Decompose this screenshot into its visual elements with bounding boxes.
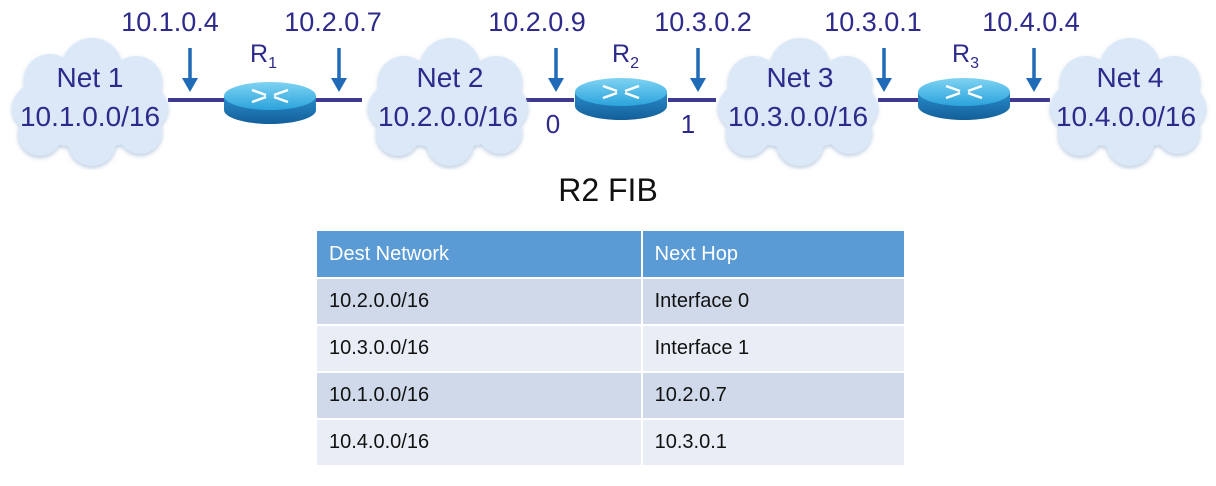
router-r2-label: R2 xyxy=(612,40,639,72)
fib-header-row: Dest Network Next Hop xyxy=(317,231,904,278)
table-row: 10.4.0.0/16 10.3.0.1 xyxy=(317,418,904,465)
net3-name: Net 3 xyxy=(767,62,834,93)
router-r2-icon xyxy=(575,78,667,120)
table-row: 10.3.0.0/16 Interface 1 xyxy=(317,324,904,372)
ip-label: 10.3.0.1 xyxy=(824,7,922,37)
network-diagram: 10.1.0.4 10.2.0.7 10.2.0.9 10.3.0.2 10.3… xyxy=(12,7,1206,166)
net2-cidr: 10.2.0.0/16 xyxy=(378,101,518,132)
router-r3-label: R3 xyxy=(952,40,979,72)
table-row: 10.1.0.0/16 10.2.0.7 xyxy=(317,371,904,419)
router-r1-icon xyxy=(224,82,316,124)
table-row: 10.2.0.0/16 Interface 0 xyxy=(317,277,904,325)
router-r3-icon xyxy=(918,78,1010,120)
fib-dest-cell: 10.3.0.0/16 xyxy=(317,324,643,372)
router-r1-label: R1 xyxy=(250,40,277,72)
fib-dest-cell: 10.2.0.0/16 xyxy=(317,277,643,325)
fib-header-dest: Dest Network xyxy=(317,231,643,278)
ip-label: 10.2.0.9 xyxy=(488,7,586,37)
fib-nexthop-cell: Interface 0 xyxy=(641,277,904,325)
fib-table: Dest Network Next Hop 10.2.0.0/16 Interf… xyxy=(317,231,904,465)
net1-cidr: 10.1.0.0/16 xyxy=(20,101,160,132)
fib-dest-cell: 10.4.0.0/16 xyxy=(317,418,643,465)
fib-nexthop-cell: Interface 1 xyxy=(641,324,904,372)
net2-name: Net 2 xyxy=(417,62,484,93)
fib-dest-cell: 10.1.0.0/16 xyxy=(317,371,643,419)
r2-port-1: 1 xyxy=(681,109,695,139)
r2-port-0: 0 xyxy=(546,109,560,139)
ip-label: 10.1.0.4 xyxy=(121,7,219,37)
net3-cidr: 10.3.0.0/16 xyxy=(728,101,868,132)
ip-label: 10.4.0.4 xyxy=(982,7,1080,37)
net4-cidr: 10.4.0.0/16 xyxy=(1056,101,1196,132)
fib-title: R2 FIB xyxy=(558,172,658,208)
fib-nexthop-cell: 10.3.0.1 xyxy=(641,418,904,465)
fib-header-nexthop: Next Hop xyxy=(641,231,904,278)
net4-name: Net 4 xyxy=(1097,62,1164,93)
net1-name: Net 1 xyxy=(57,62,124,93)
fib-nexthop-cell: 10.2.0.7 xyxy=(641,371,904,419)
ip-label: 10.2.0.7 xyxy=(284,7,382,37)
ip-label: 10.3.0.2 xyxy=(654,7,752,37)
